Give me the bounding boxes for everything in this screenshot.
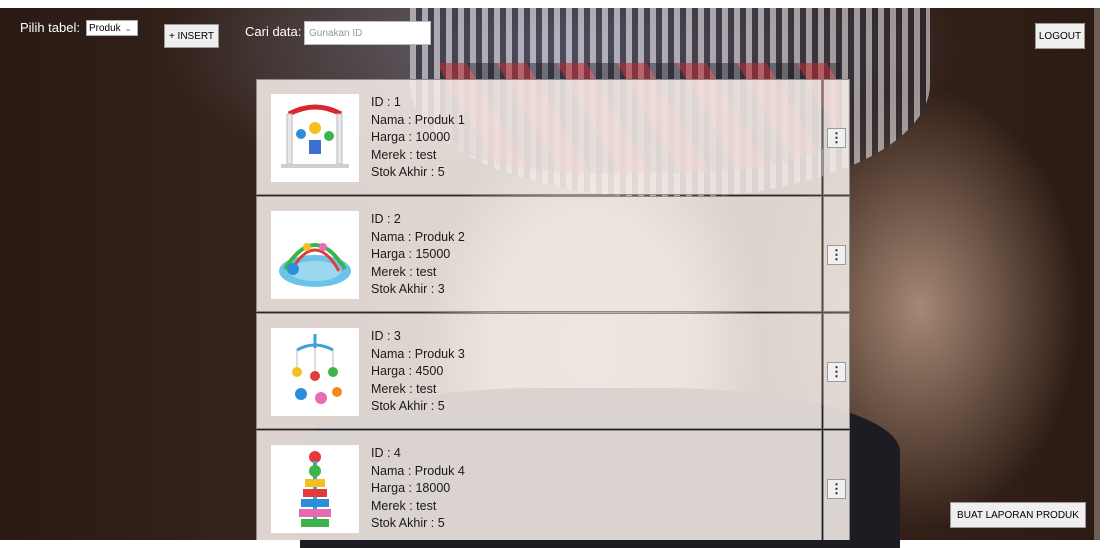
product-price: Harga : 18000 [371, 481, 451, 495]
product-brand: Merek : test [371, 147, 437, 162]
table-select-value: Produk [89, 22, 121, 34]
product-brand: Merek : test [371, 498, 437, 513]
kebab-menu-icon[interactable]: ⋮ [827, 245, 846, 265]
row-menu-cell: ⋮ [823, 79, 850, 195]
row-menu-cell: ⋮ [823, 196, 850, 312]
product-id: ID : 2 [371, 212, 401, 226]
kebab-menu-icon[interactable]: ⋮ [827, 128, 846, 148]
create-report-button[interactable]: BUAT LAPORAN PRODUK [950, 502, 1086, 528]
product-stock: Stok Akhir : 5 [371, 516, 445, 530]
product-card[interactable]: ID : 3 Nama : Produk 3 Harga : 4500 Mere… [256, 313, 822, 429]
chevron-down-icon: ⌄ [124, 23, 132, 33]
product-image [271, 328, 359, 416]
product-price: Harga : 4500 [371, 364, 444, 378]
table-select[interactable]: Produk ⌄ [86, 20, 138, 36]
search-input[interactable]: Gunakan ID [304, 21, 431, 45]
row-menu-cell: ⋮ [823, 430, 850, 540]
product-card[interactable]: ID : 2 Nama : Produk 2 Harga : 15000 Mer… [256, 196, 822, 312]
product-stock: Stok Akhir : 5 [371, 399, 445, 413]
product-stock: Stok Akhir : 5 [371, 165, 445, 179]
product-row: ID : 3 Nama : Produk 3 Harga : 4500 Mere… [256, 313, 850, 429]
product-brand: Merek : test [371, 381, 437, 396]
insert-button[interactable]: + INSERT [164, 24, 219, 48]
product-row: ID : 2 Nama : Produk 2 Harga : 15000 Mer… [256, 196, 850, 312]
search-label: Cari data: [245, 24, 302, 39]
kebab-menu-icon[interactable]: ⋮ [827, 479, 846, 499]
product-info: ID : 1 Nama : Produk 1 Harga : 10000 Mer… [371, 94, 465, 182]
product-info: ID : 2 Nama : Produk 2 Harga : 15000 Mer… [371, 211, 465, 299]
table-select-label: Pilih tabel: [20, 20, 80, 35]
product-image [271, 211, 359, 299]
row-menu-cell: ⋮ [823, 313, 850, 429]
product-price: Harga : 10000 [371, 130, 451, 144]
product-card[interactable]: ID : 4 Nama : Produk 4 Harga : 18000 Mer… [256, 430, 822, 540]
product-id: ID : 3 [371, 329, 401, 343]
kebab-menu-icon[interactable]: ⋮ [827, 362, 846, 382]
page-edge [1094, 8, 1100, 540]
product-name: Nama : Produk 4 [371, 463, 465, 478]
product-row: ID : 4 Nama : Produk 4 Harga : 18000 Mer… [256, 430, 850, 540]
search-placeholder: Gunakan ID [309, 27, 363, 39]
product-list: ID : 1 Nama : Produk 1 Harga : 10000 Mer… [256, 79, 850, 540]
product-id: ID : 4 [371, 446, 401, 460]
product-image [271, 94, 359, 182]
product-image [271, 445, 359, 533]
product-name: Nama : Produk 3 [371, 346, 465, 361]
product-name: Nama : Produk 2 [371, 229, 465, 244]
product-info: ID : 4 Nama : Produk 4 Harga : 18000 Mer… [371, 445, 465, 533]
product-card[interactable]: ID : 1 Nama : Produk 1 Harga : 10000 Mer… [256, 79, 822, 195]
product-name: Nama : Produk 1 [371, 112, 465, 127]
product-row: ID : 1 Nama : Produk 1 Harga : 10000 Mer… [256, 79, 850, 195]
product-brand: Merek : test [371, 264, 437, 279]
product-id: ID : 1 [371, 95, 401, 109]
logout-button[interactable]: LOGOUT [1035, 23, 1085, 49]
product-stock: Stok Akhir : 3 [371, 282, 445, 296]
product-info: ID : 3 Nama : Produk 3 Harga : 4500 Mere… [371, 328, 465, 416]
product-price: Harga : 15000 [371, 247, 451, 261]
